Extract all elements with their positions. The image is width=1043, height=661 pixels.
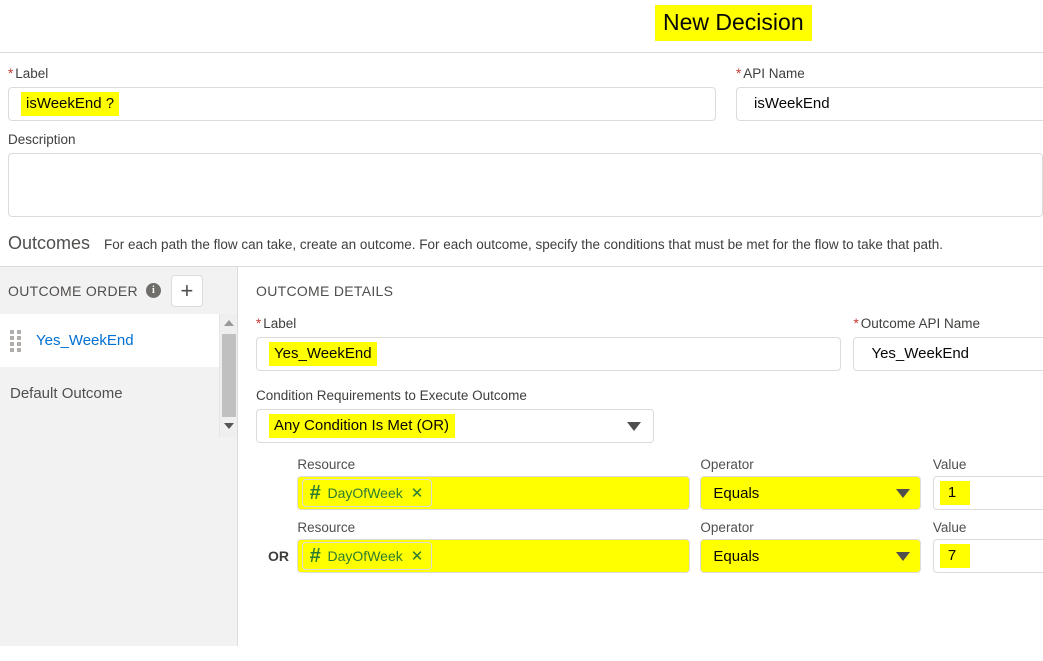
- outcome-list-item-yes-weekend[interactable]: Yes_WeekEnd: [0, 314, 237, 367]
- condition-resource-group: Resource # DayOfWeek ✕: [297, 520, 691, 573]
- condition-resource-combobox[interactable]: # DayOfWeek ✕: [297, 476, 691, 510]
- condition-requirements-group: Condition Requirements to Execute Outcom…: [256, 387, 1043, 443]
- resource-column-header: Resource: [297, 457, 356, 472]
- resource-column-header: Resource: [297, 520, 356, 535]
- outcome-details-heading: OUTCOME DETAILS: [256, 283, 394, 299]
- outcome-list-item-default[interactable]: Default Outcome: [0, 367, 237, 420]
- condition-operator-select[interactable]: Equals: [700, 539, 921, 573]
- drag-handle-icon[interactable]: [10, 329, 24, 352]
- condition-value-text: 7: [939, 544, 971, 568]
- condition-value-input[interactable]: 1: [932, 476, 1043, 510]
- value-column-header: Value: [932, 457, 967, 472]
- condition-value-group: Value 7: [932, 520, 1043, 573]
- outcome-order-panel: OUTCOME ORDER i + Yes_WeekEnd Default Ou…: [0, 267, 238, 646]
- outcome-details-panel: OUTCOME DETAILS * Label Yes_WeekEnd * Outc…: [238, 267, 1043, 646]
- outcome-list-item-label: Yes_WeekEnd: [36, 332, 134, 349]
- outcome-order-title: OUTCOME ORDER: [8, 282, 138, 299]
- decision-api-name-group: * API Name isWeekEnd: [724, 53, 1043, 121]
- outcome-api-name-caption: * Outcome API Name: [853, 316, 981, 331]
- resource-pill[interactable]: # DayOfWeek ✕: [302, 479, 433, 507]
- condition-resource-combobox[interactable]: # DayOfWeek ✕: [297, 539, 691, 573]
- condition-operator-group: Operator Equals: [700, 457, 921, 510]
- chevron-down-icon: [627, 421, 641, 431]
- outcome-label-value: Yes_WeekEnd: [269, 342, 377, 366]
- operator-column-header: Operator: [700, 520, 754, 535]
- outcome-list-scrollbar[interactable]: [219, 314, 237, 437]
- decision-description-group: Description: [0, 121, 1043, 217]
- page-title: New Decision: [655, 5, 812, 41]
- outcomes-body: OUTCOME ORDER i + Yes_WeekEnd Default Ou…: [0, 267, 1043, 646]
- remove-resource-icon[interactable]: ✕: [411, 486, 424, 501]
- decision-description-caption: Description: [8, 132, 76, 147]
- decision-description-textarea[interactable]: [8, 153, 1043, 217]
- condition-logic-label: OR: [268, 548, 289, 564]
- condition-operator-select[interactable]: Equals: [700, 476, 921, 510]
- scroll-down-arrow-icon[interactable]: [220, 417, 238, 435]
- decision-api-name-value: isWeekEnd: [754, 95, 830, 112]
- required-asterisk-icon: *: [256, 316, 262, 331]
- scroll-up-arrow-icon[interactable]: [220, 314, 238, 332]
- resource-pill[interactable]: # DayOfWeek ✕: [302, 542, 433, 570]
- required-asterisk-icon: *: [736, 66, 742, 81]
- add-outcome-button[interactable]: +: [170, 274, 203, 307]
- conditions-list: Resource # DayOfWeek ✕ Operator Equals V…: [256, 457, 1043, 573]
- outcomes-description: For each path the flow can take, create …: [104, 237, 943, 252]
- condition-operator-value: Equals: [713, 484, 760, 502]
- outcome-api-name-group: * Outcome API Name Yes_WeekEnd: [853, 315, 1043, 371]
- resource-pill-label: DayOfWeek: [327, 485, 403, 501]
- number-hash-icon: #: [309, 545, 321, 567]
- resource-pill-label: DayOfWeek: [327, 548, 403, 564]
- condition-row: Resource # DayOfWeek ✕ Operator Equals V…: [256, 457, 1043, 510]
- outcome-list: Yes_WeekEnd Default Outcome: [0, 314, 237, 420]
- decision-label-value: isWeekEnd ?: [21, 92, 120, 116]
- chevron-down-icon: [895, 488, 910, 498]
- condition-row: OR Resource # DayOfWeek ✕ Operator Equal…: [256, 520, 1043, 573]
- required-asterisk-icon: *: [853, 316, 859, 331]
- outcome-label-group: * Label Yes_WeekEnd: [256, 315, 842, 371]
- condition-operator-group: Operator Equals: [700, 520, 921, 573]
- condition-requirements-select[interactable]: Any Condition Is Met (OR): [256, 409, 654, 443]
- condition-value-text: 1: [939, 481, 971, 505]
- condition-requirements-caption: Condition Requirements to Execute Outcom…: [256, 388, 527, 403]
- condition-resource-group: Resource # DayOfWeek ✕: [297, 457, 691, 510]
- operator-column-header: Operator: [700, 457, 754, 472]
- outcome-list-item-label: Default Outcome: [10, 385, 123, 402]
- decision-label-group: * Label isWeekEnd ?: [0, 53, 724, 121]
- decision-editor-page: New Decision * Label isWeekEnd ? * API Nam…: [0, 0, 1043, 661]
- outcome-api-name-value: Yes_WeekEnd: [871, 345, 970, 362]
- condition-value-group: Value 1: [932, 457, 1043, 510]
- decision-label-caption: * Label: [8, 66, 49, 81]
- decision-label-input[interactable]: isWeekEnd ?: [8, 87, 716, 121]
- decision-api-name-caption: * API Name: [736, 66, 805, 81]
- decision-api-name-input[interactable]: isWeekEnd: [736, 87, 1043, 121]
- outcomes-section-header: Outcomes For each path the flow can take…: [0, 217, 1043, 267]
- required-asterisk-icon: *: [8, 66, 14, 81]
- decision-properties-form: * Label isWeekEnd ? * API Name isWeekEnd D…: [0, 53, 1043, 217]
- condition-operator-value: Equals: [713, 547, 760, 565]
- condition-requirements-value: Any Condition Is Met (OR): [269, 414, 456, 438]
- condition-value-input[interactable]: 7: [932, 539, 1043, 573]
- outcome-label-caption: * Label: [256, 316, 297, 331]
- outcome-order-header: OUTCOME ORDER i +: [0, 267, 237, 314]
- number-hash-icon: #: [309, 482, 321, 504]
- remove-resource-icon[interactable]: ✕: [411, 549, 424, 564]
- outcomes-title: Outcomes: [8, 233, 91, 253]
- scrollbar-thumb[interactable]: [221, 334, 236, 417]
- page-header: New Decision: [0, 0, 1043, 53]
- info-icon[interactable]: i: [145, 283, 161, 298]
- value-column-header: Value: [932, 520, 967, 535]
- chevron-down-icon: [895, 551, 910, 561]
- outcome-label-input[interactable]: Yes_WeekEnd: [256, 337, 842, 371]
- outcome-api-name-input[interactable]: Yes_WeekEnd: [853, 337, 1043, 371]
